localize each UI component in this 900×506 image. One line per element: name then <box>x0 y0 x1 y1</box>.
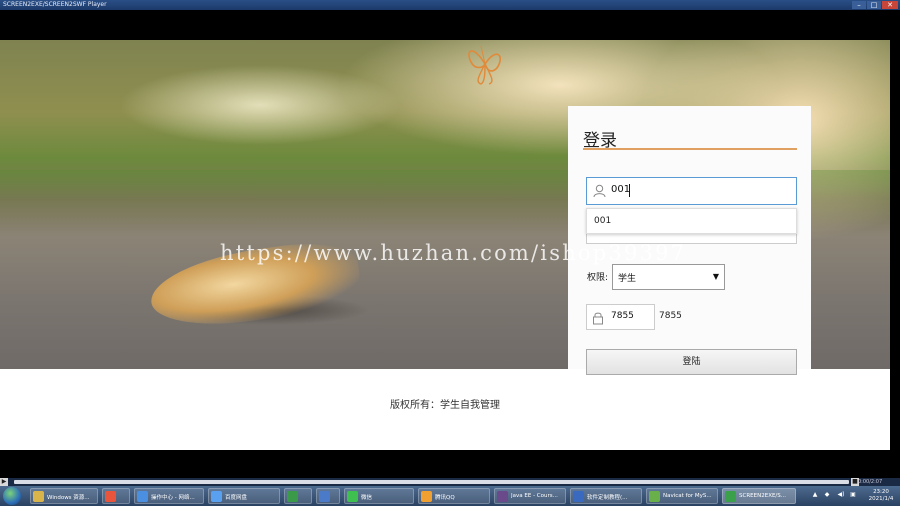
clock-date: 2021/1/4 <box>868 496 894 502</box>
qq-icon <box>421 491 432 502</box>
browser-icon <box>137 491 148 502</box>
lock-icon <box>593 312 603 325</box>
tray-arrow-icon[interactable]: ▲ <box>812 492 818 498</box>
eclipse-icon <box>497 491 508 502</box>
play-icon[interactable]: ▶ <box>0 478 8 486</box>
captcha-input[interactable]: 7855 <box>586 304 655 330</box>
heading-underline <box>583 148 797 150</box>
document-icon <box>573 491 584 502</box>
window-title: SCREEN2EXE/SCREEN2SWF Player <box>3 1 107 8</box>
taskbar-item[interactable]: Java EE - Cours... <box>494 488 566 504</box>
clock-time: 23:20 <box>873 489 889 495</box>
window-titlebar: SCREEN2EXE/SCREEN2SWF Player – □ ✕ <box>0 0 900 10</box>
taskbar-item[interactable]: 腾讯QQ <box>418 488 490 504</box>
player-icon <box>725 491 736 502</box>
navicat-icon <box>649 491 660 502</box>
maximize-button[interactable]: □ <box>867 1 881 9</box>
login-button[interactable]: 登陆 <box>586 349 797 375</box>
role-label: 权限: <box>587 273 609 283</box>
dropdown-arrow-icon: ▼ <box>712 272 719 281</box>
taskbar-item[interactable]: 软件定制教程(... <box>570 488 642 504</box>
taskbar-item[interactable]: Navicat for MyS... <box>646 488 718 504</box>
autocomplete-dropdown: 001 <box>586 208 797 234</box>
username-value: 001 <box>611 184 631 195</box>
user-icon <box>593 184 606 198</box>
taskbar-item[interactable]: 微信 <box>344 488 414 504</box>
taskbar-item[interactable]: 操作中心 - 网络... <box>134 488 204 504</box>
taskbar-item[interactable]: Windows 资源... <box>30 488 98 504</box>
captcha-code[interactable]: 7855 <box>659 311 682 321</box>
taskbar-item[interactable]: 百度网盘 <box>208 488 280 504</box>
text-caret <box>629 184 630 197</box>
player-time: 0:00/2:07 <box>858 479 883 485</box>
start-button[interactable] <box>3 487 21 505</box>
watermark-text: https://www.huzhan.com/ishop39397 <box>220 241 687 265</box>
wechat-icon <box>347 491 358 502</box>
cloud-icon <box>211 491 222 502</box>
taskbar-item[interactable] <box>102 488 130 504</box>
role-select[interactable]: 学生 ▼ <box>612 264 725 290</box>
explorer-icon <box>33 491 44 502</box>
taskbar-item-active[interactable]: SCREEN2EXE/S... <box>722 488 796 504</box>
app-icon <box>105 491 116 502</box>
volume-icon[interactable]: ◀) <box>836 492 846 498</box>
close-button[interactable]: ✕ <box>882 1 898 9</box>
role-selected-value: 学生 <box>618 274 637 284</box>
autocomplete-option[interactable]: 001 <box>594 216 611 226</box>
minimize-button[interactable]: – <box>852 1 866 9</box>
copyright-text: 版权所有：学生自我管理 <box>390 400 500 411</box>
butterfly-logo-icon <box>468 45 501 85</box>
system-tray: ▲ ◆ ◀) ▣ 23:20 2021/1/4 <box>810 488 898 504</box>
network-icon[interactable]: ▣ <box>850 492 856 498</box>
captcha-value: 7855 <box>611 311 634 321</box>
taskbar-item[interactable] <box>316 488 340 504</box>
seek-bar[interactable] <box>14 480 849 484</box>
login-panel: 登录 001 001 权限: 学生 ▼ 7855 7855 登陆 <box>568 106 811 375</box>
player-controls: ▶ ■ 0:00/2:07 <box>0 478 900 486</box>
player-stage: 登录 001 001 权限: 学生 ▼ 7855 7855 登陆 https:/… <box>0 40 890 450</box>
app-icon <box>319 491 330 502</box>
windows-taskbar: Windows 资源... 操作中心 - 网络... 百度网盘 微信 腾讯QQ … <box>0 486 900 506</box>
taskbar-item[interactable] <box>284 488 312 504</box>
app-icon <box>287 491 298 502</box>
tray-app-icon[interactable]: ◆ <box>824 492 830 498</box>
taskbar-clock[interactable]: 23:20 2021/1/4 <box>865 489 897 503</box>
username-input[interactable]: 001 <box>586 177 797 205</box>
